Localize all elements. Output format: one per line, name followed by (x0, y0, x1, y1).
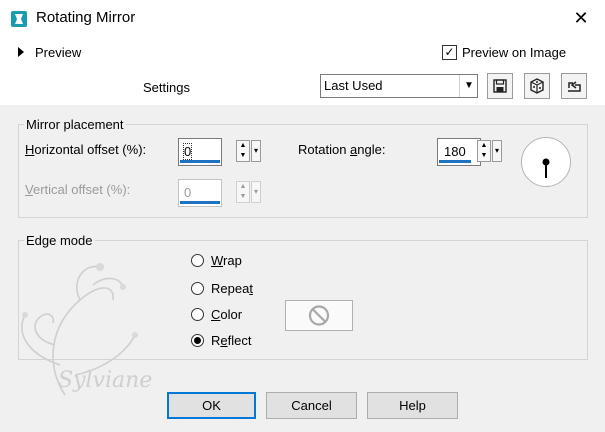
random-dice-icon (530, 78, 544, 94)
preview-on-image-label[interactable]: Preview on Image (462, 45, 566, 60)
angle-indicator-icon (542, 158, 550, 178)
preview-toggle-label[interactable]: Preview (35, 45, 81, 60)
radio-wrap[interactable] (191, 254, 204, 267)
radio-wrap-label[interactable]: Wrap (211, 253, 242, 268)
rotation-angle-label: Rotation angle: (298, 142, 386, 157)
randomize-button[interactable] (524, 73, 550, 99)
cancel-button[interactable]: Cancel (266, 392, 357, 419)
settings-label: Settings (143, 80, 190, 95)
radio-reflect-label[interactable]: Reflect (211, 333, 251, 348)
app-icon (11, 11, 27, 27)
radio-color-label[interactable]: Color (211, 307, 242, 322)
reset-icon (568, 81, 581, 92)
rotation-angle-spinner[interactable]: ▲ ▼ (477, 140, 491, 162)
save-icon (493, 79, 507, 93)
horizontal-offset-spinner[interactable]: ▲ ▼ (236, 140, 250, 162)
horizontal-offset-value[interactable]: 0 (182, 143, 193, 160)
rotation-angle-value[interactable]: 180 (444, 144, 466, 159)
mirror-placement-group (18, 124, 588, 218)
chevron-down-icon[interactable]: ▼ (459, 75, 478, 97)
vertical-offset-slider (180, 201, 220, 204)
save-preset-button[interactable] (487, 73, 513, 99)
close-button[interactable]: ✕ (566, 5, 596, 31)
radio-repeat-label[interactable]: Repeat (211, 281, 253, 296)
no-color-icon (308, 305, 330, 326)
reset-button[interactable] (561, 73, 587, 99)
horizontal-offset-dropdown[interactable]: ▾ (251, 140, 261, 162)
watermark-signature: Sylviane (58, 368, 153, 393)
vertical-offset-spinner: ▲ ▼ (236, 181, 250, 203)
mirror-placement-label: Mirror placement (24, 117, 126, 132)
rotation-dial[interactable] (521, 137, 571, 187)
radio-reflect[interactable] (191, 334, 204, 347)
vertical-offset-label: Vertical offset (%): (25, 182, 131, 197)
radio-color[interactable] (191, 308, 204, 321)
expand-triangle-icon[interactable] (18, 47, 24, 57)
rotation-angle-slider[interactable] (439, 160, 471, 163)
preset-value: Last Used (324, 78, 383, 93)
help-button[interactable]: Help (367, 392, 458, 419)
vertical-offset-value: 0 (184, 185, 192, 200)
vertical-offset-dropdown: ▾ (251, 181, 261, 203)
preview-on-image-checkbox[interactable]: ✓ (442, 45, 457, 60)
horizontal-offset-slider[interactable] (180, 160, 220, 163)
radio-repeat[interactable] (191, 282, 204, 295)
rotation-angle-dropdown[interactable]: ▾ (492, 140, 502, 162)
ok-button[interactable]: OK (167, 392, 256, 419)
edge-color-swatch (285, 300, 353, 331)
edge-mode-label: Edge mode (24, 233, 95, 248)
window-title: Rotating Mirror (36, 9, 136, 26)
horizontal-offset-label: Horizontal offset (%): (25, 142, 147, 157)
